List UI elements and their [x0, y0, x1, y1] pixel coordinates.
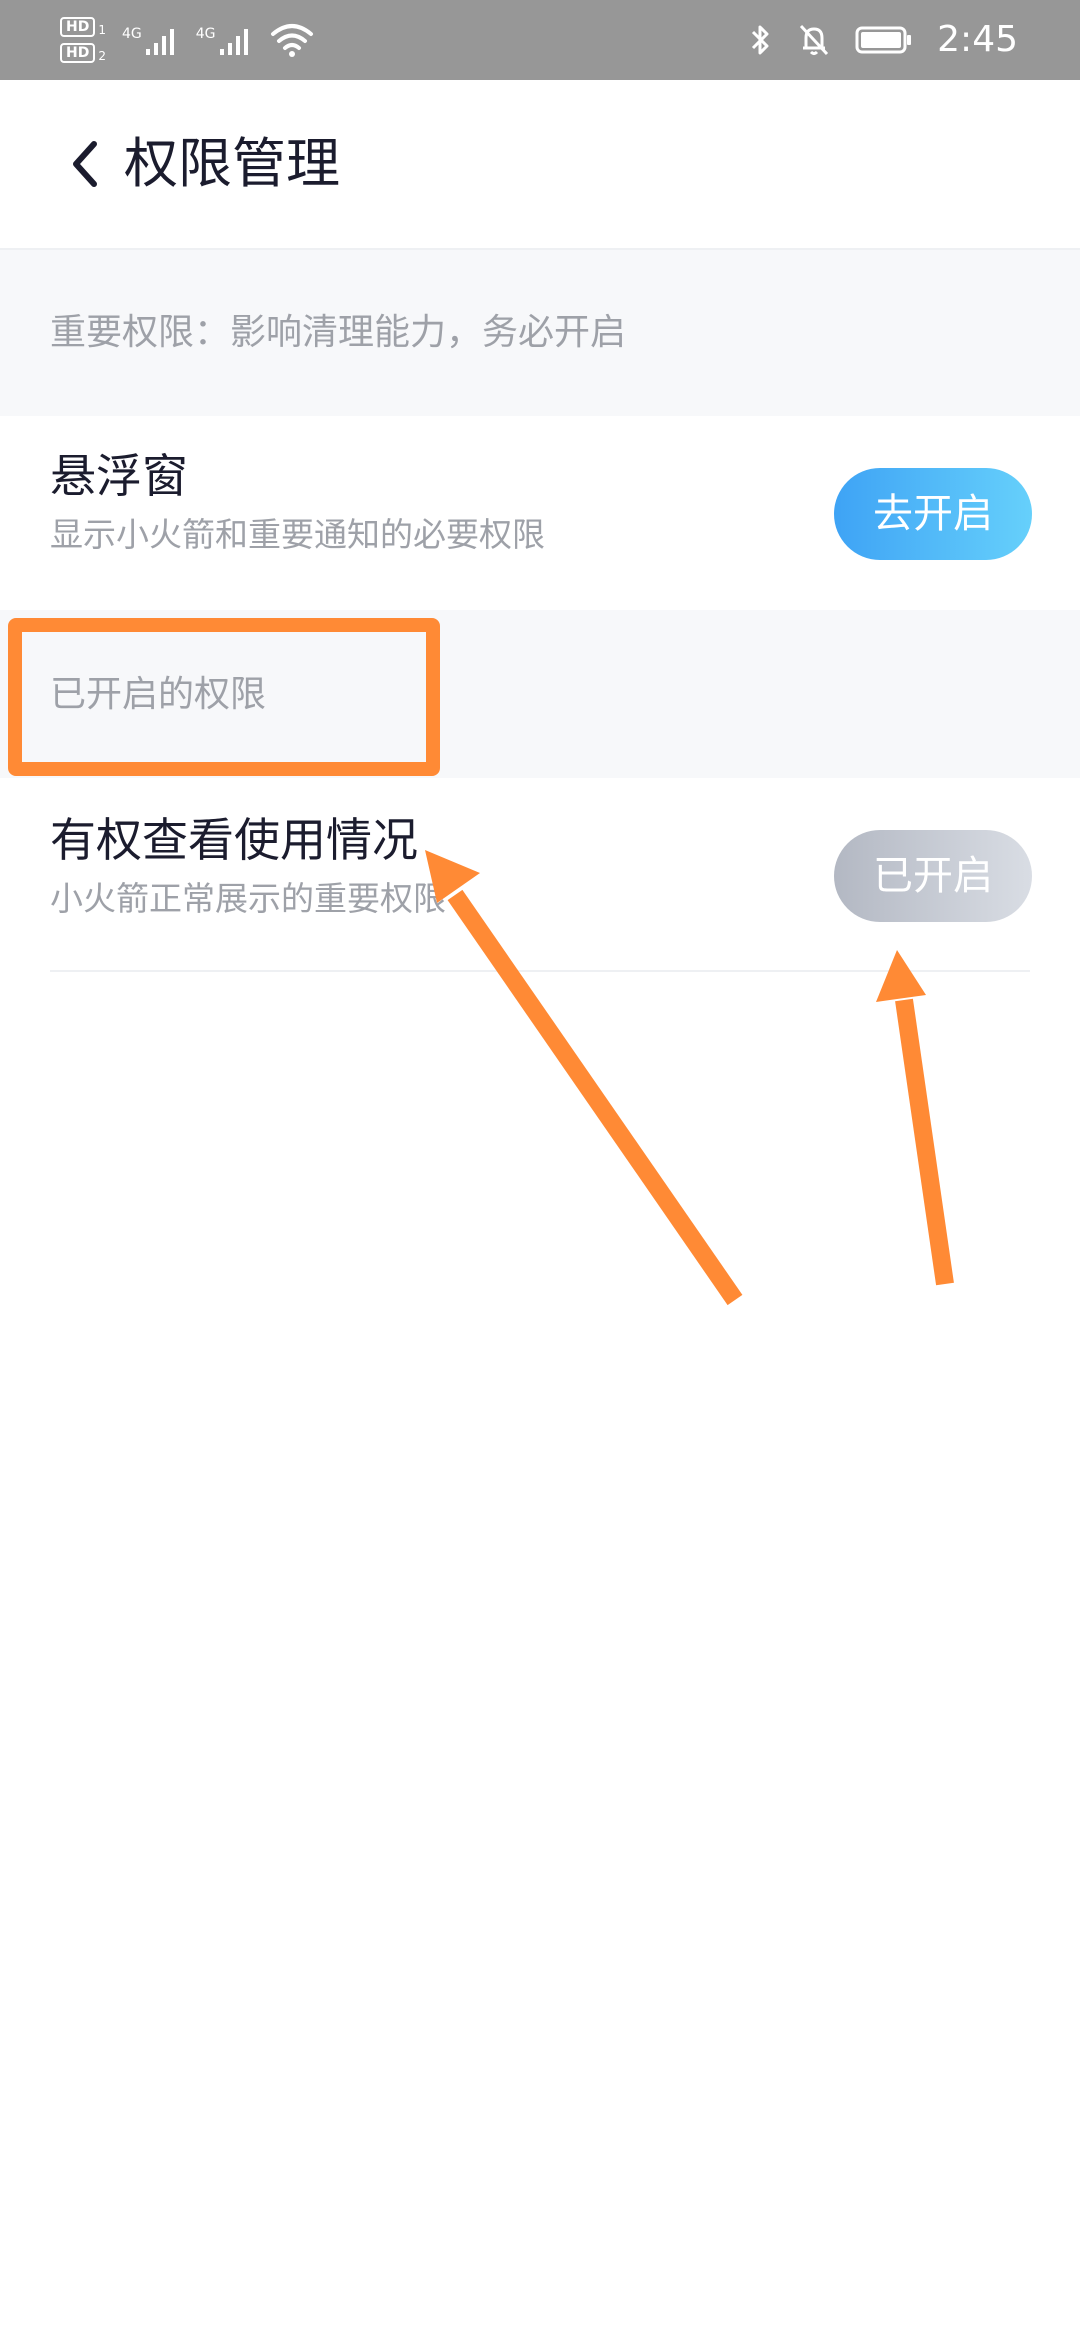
status-left: HD 1 HD 2 4G 4G: [60, 10, 314, 70]
sim-badges: HD 1 HD 2: [60, 17, 106, 63]
network-1-label: 4G: [121, 26, 142, 42]
permission-row-usage-access: 有权查看使用情况 小火箭正常展示的重要权限 已开启: [0, 778, 1080, 972]
bluetooth-icon: [752, 25, 769, 55]
annotation-highlight-box: [8, 618, 440, 776]
section-title: 重要权限：影响清理能力，务必开启: [50, 312, 627, 353]
hd-badge-2: HD: [60, 43, 96, 63]
arrow-to-enabled-button: [876, 950, 954, 1286]
hd-badge-1: HD: [60, 17, 96, 37]
page-title: 权限管理: [124, 132, 340, 195]
sim1-index: 1: [98, 23, 106, 37]
network-2-label: 4G: [195, 26, 216, 42]
chevron-left-icon: [73, 141, 97, 187]
back-button[interactable]: [44, 124, 124, 204]
clock: 2:45: [937, 19, 1018, 60]
status-right: 2:45: [749, 10, 1018, 70]
permission-title: 悬浮窗: [50, 449, 188, 503]
enabled-status-button[interactable]: 已开启: [834, 830, 1032, 922]
battery-icon: [855, 26, 912, 54]
permission-desc: 小火箭正常展示的重要权限: [50, 879, 446, 918]
row-divider: [50, 970, 1030, 972]
signal-icon: [145, 29, 174, 55]
app-header: 权限管理: [0, 80, 1080, 250]
signal-icon-2: [219, 29, 248, 55]
permission-title: 有权查看使用情况: [50, 813, 418, 867]
network-1: 4G: [122, 23, 178, 57]
section-important-permissions: 重要权限：影响清理能力，务必开启: [0, 250, 1080, 416]
sim2-row: HD 2: [60, 43, 106, 63]
enable-button[interactable]: 去开启: [834, 468, 1032, 560]
sim1-row: HD 1: [60, 17, 106, 37]
network-2: 4G: [196, 23, 252, 57]
permission-row-floating-window: 悬浮窗 显示小火箭和重要通知的必要权限 去开启: [0, 416, 1080, 610]
mute-bell-icon: [800, 24, 829, 56]
status-bar: HD 1 HD 2 4G 4G 2:45: [0, 0, 1080, 80]
wifi-icon: [270, 24, 313, 57]
sim2-index: 2: [98, 49, 106, 63]
permission-desc: 显示小火箭和重要通知的必要权限: [50, 515, 545, 554]
